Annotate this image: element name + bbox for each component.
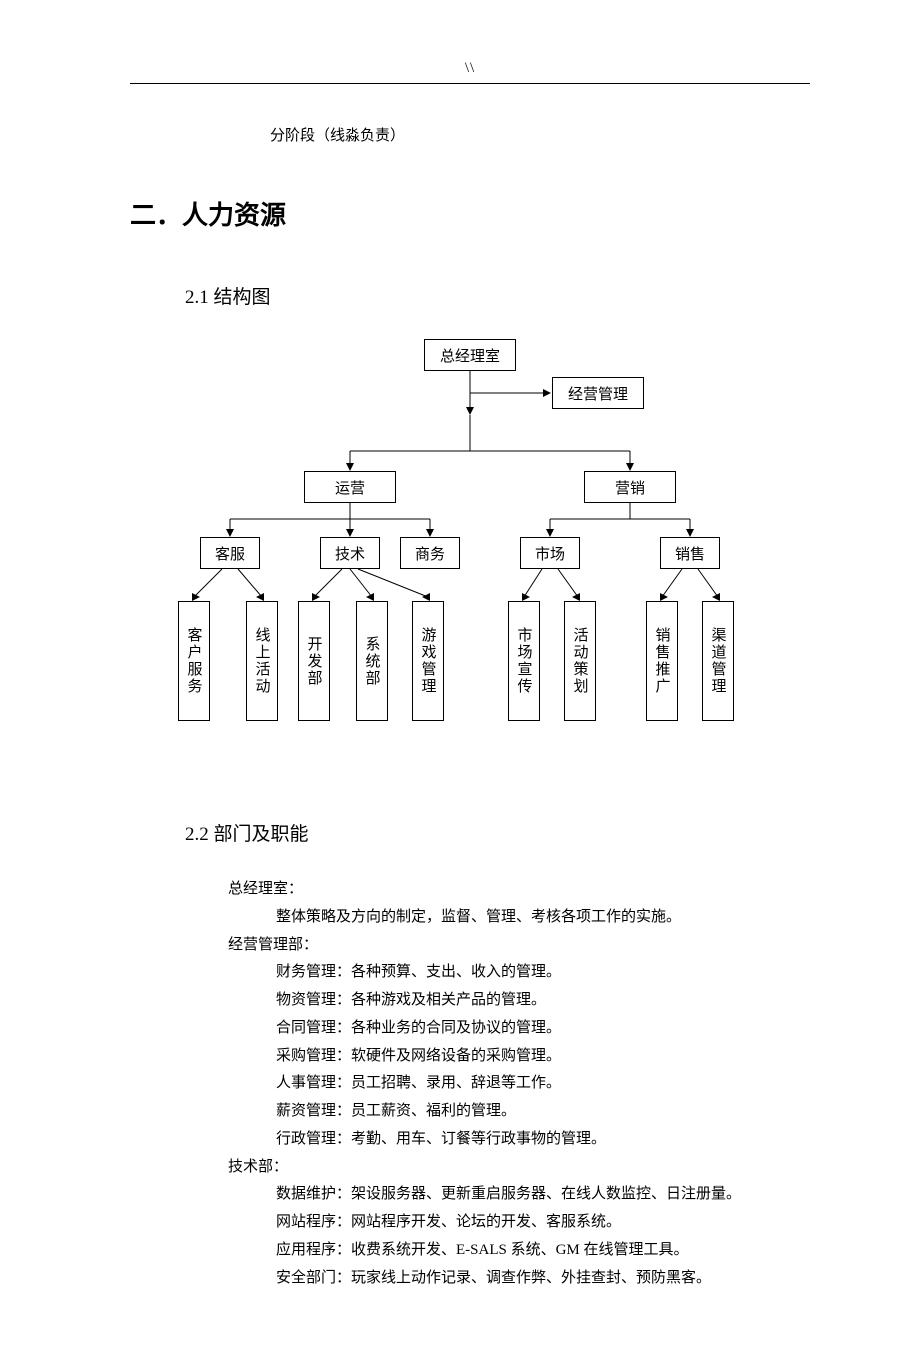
org-node-cs: 客服 — [200, 537, 260, 569]
dept-tech-desc-1: 数据维护：架设服务器、更新重启服务器、在线人数监控、日注册量。 — [228, 1181, 810, 1209]
dept-gm-desc-1: 整体策略及方向的制定，监督、管理、考核各项工作的实施。 — [228, 904, 810, 932]
org-leaf-cs2: 线上活动 — [246, 601, 278, 721]
dept-tech-desc-2: 网站程序：网站程序开发、论坛的开发、客服系统。 — [228, 1209, 810, 1237]
org-leaf-t2: 系统部 — [356, 601, 388, 721]
org-node-market: 市场 — [520, 537, 580, 569]
dept-tech-desc-4: 安全部门：玩家线上动作记录、调查作弊、外挂查封、预防黑客。 — [228, 1265, 810, 1293]
org-node-sales: 销售 — [660, 537, 720, 569]
dept-tech-desc-3: 应用程序：收费系统开发、E-SALS 系统、GM 在线管理工具。 — [228, 1237, 810, 1265]
dept-mgmt-desc-3: 合同管理：各种业务的合同及协议的管理。 — [228, 1015, 810, 1043]
dept-mgmt-desc-4: 采购管理：软硬件及网络设备的采购管理。 — [228, 1043, 810, 1071]
dept-mgmt-desc-2: 物资管理：各种游戏及相关产品的管理。 — [228, 987, 810, 1015]
org-node-ops: 运营 — [304, 471, 396, 503]
dept-mgmt-desc-1: 财务管理：各种预算、支出、收入的管理。 — [228, 959, 810, 987]
dept-mgmt-desc-7: 行政管理：考勤、用车、订餐等行政事物的管理。 — [228, 1126, 810, 1154]
dept-mgmt-title: 经营管理部： — [228, 932, 810, 960]
org-node-gm: 总经理室 — [424, 339, 516, 371]
dept-tech-title: 技术部： — [228, 1154, 810, 1182]
org-chart: 总经理室 经营管理 运营 营销 客服 技术 商务 市场 销售 客户服务 线上活动… — [150, 339, 790, 759]
org-node-biz: 商务 — [400, 537, 460, 569]
org-leaf-t3: 游戏管理 — [412, 601, 444, 721]
org-node-marketing: 营销 — [584, 471, 676, 503]
dept-mgmt-desc-5: 人事管理：员工招聘、录用、辞退等工作。 — [228, 1070, 810, 1098]
department-functions-text: 总经理室： 整体策略及方向的制定，监督、管理、考核各项工作的实施。 经营管理部：… — [228, 876, 810, 1292]
section-heading-2: 二．人力资源 — [130, 195, 810, 232]
org-leaf-m1: 市场宣传 — [508, 601, 540, 721]
org-node-mgmt: 经营管理 — [552, 377, 644, 409]
org-leaf-t1: 开发部 — [298, 601, 330, 721]
org-leaf-cs1: 客户服务 — [178, 601, 210, 721]
subheading-2-1: 2.1 结构图 — [185, 282, 810, 309]
org-node-tech: 技术 — [320, 537, 380, 569]
org-leaf-m2: 活动策划 — [564, 601, 596, 721]
subheading-2-2: 2.2 部门及职能 — [185, 819, 810, 846]
org-leaf-s2: 渠道管理 — [702, 601, 734, 721]
org-leaf-s1: 销售推广 — [646, 601, 678, 721]
page-header-mark: \\ — [130, 60, 810, 77]
dept-mgmt-desc-6: 薪资管理：员工薪资、福利的管理。 — [228, 1098, 810, 1126]
dept-gm-title: 总经理室： — [228, 876, 810, 904]
top-note: 分阶段（线淼负责） — [270, 124, 810, 145]
